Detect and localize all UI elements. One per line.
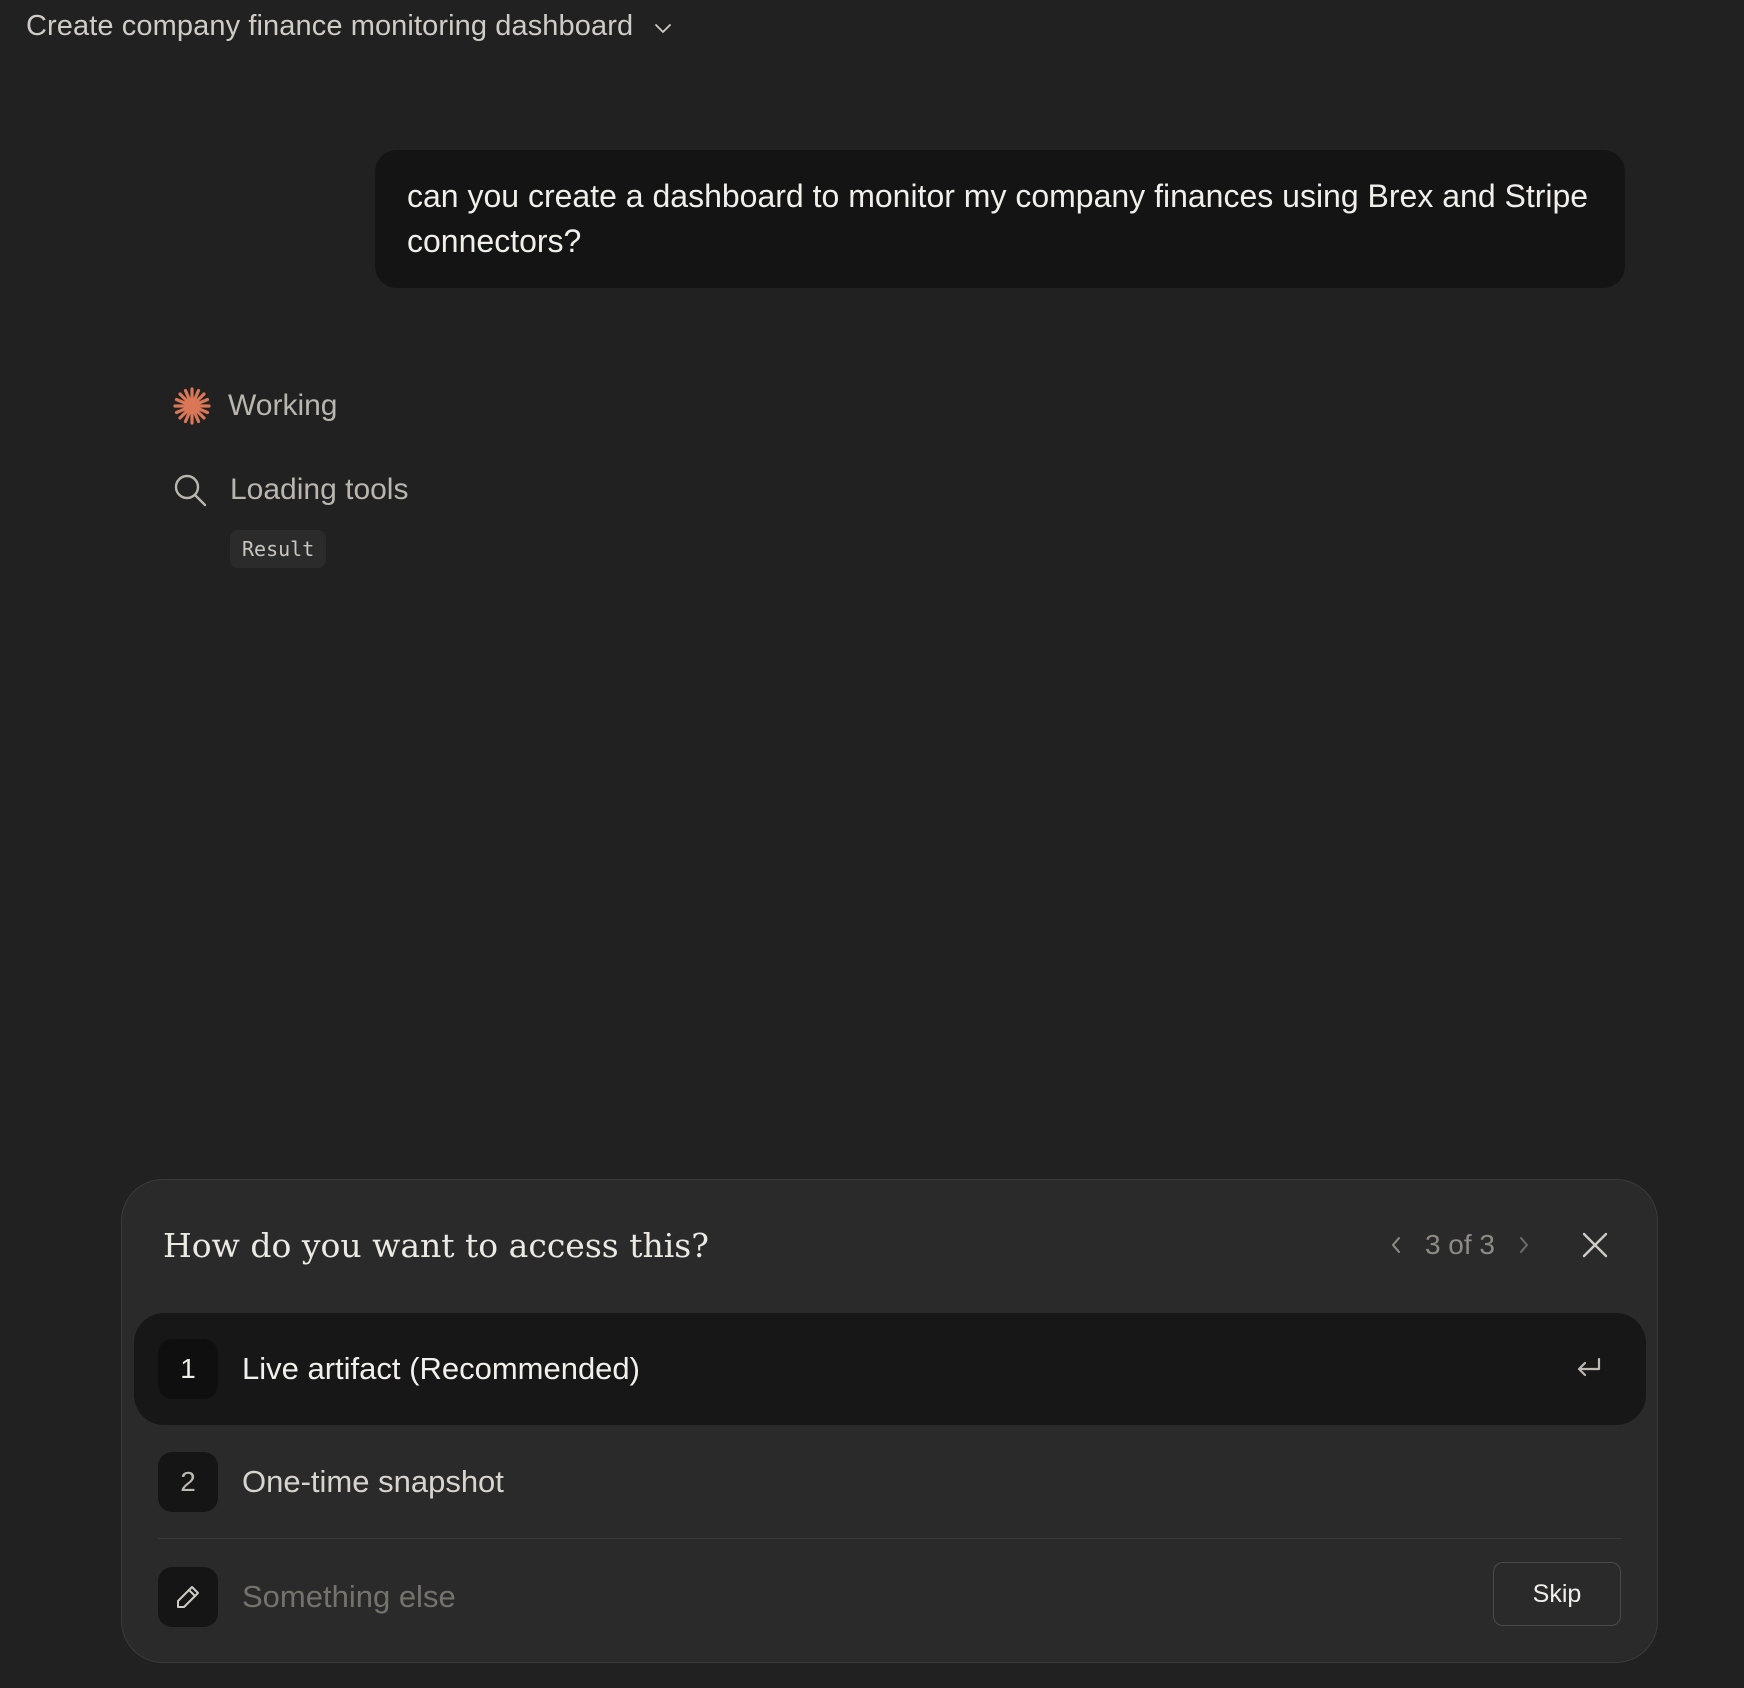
chat-page: Create company finance monitoring dashbo… bbox=[0, 0, 1744, 1688]
something-else-input[interactable] bbox=[242, 1579, 1342, 1615]
chevron-right-icon bbox=[1520, 1237, 1528, 1253]
option-one-time-snapshot[interactable]: 2 One-time snapshot bbox=[134, 1426, 1646, 1538]
question-title: How do you want to access this? bbox=[163, 1226, 709, 1265]
something-else-row bbox=[158, 1567, 1342, 1627]
option-label: One-time snapshot bbox=[242, 1464, 504, 1499]
user-message: can you create a dashboard to monitor my… bbox=[375, 150, 1625, 288]
conversation-title-dropdown[interactable]: Create company finance monitoring dashbo… bbox=[26, 10, 675, 43]
working-status: Working bbox=[172, 386, 337, 426]
chevron-down-icon bbox=[655, 23, 672, 33]
spark-icon bbox=[173, 387, 211, 425]
chevron-left-icon bbox=[1391, 1237, 1400, 1253]
pencil-icon-box bbox=[158, 1567, 218, 1627]
conversation-title: Create company finance monitoring dashbo… bbox=[26, 10, 634, 42]
pencil-icon bbox=[177, 1586, 199, 1608]
option-label: Live artifact (Recommended) bbox=[242, 1351, 640, 1386]
options-divider bbox=[158, 1538, 1621, 1539]
question-pager: 3 of 3 bbox=[1381, 1228, 1539, 1262]
enter-icon bbox=[1577, 1357, 1601, 1377]
pager-text: 3 of 3 bbox=[1424, 1229, 1495, 1260]
status-label: Working bbox=[228, 389, 338, 422]
tool-step-label: Loading tools bbox=[230, 473, 409, 506]
question-panel: How do you want to access this? 3 of 3 1… bbox=[121, 1179, 1658, 1663]
option-number: 1 bbox=[158, 1339, 218, 1399]
pager-next-button[interactable] bbox=[1509, 1228, 1539, 1262]
result-chip[interactable]: Result bbox=[230, 530, 327, 568]
pager-prev-button[interactable] bbox=[1381, 1228, 1411, 1262]
skip-button[interactable]: Skip bbox=[1493, 1562, 1621, 1626]
option-number: 2 bbox=[158, 1452, 218, 1512]
tool-step[interactable]: Loading tools bbox=[172, 472, 408, 508]
option-live-artifact[interactable]: 1 Live artifact (Recommended) bbox=[134, 1313, 1646, 1425]
close-icon[interactable] bbox=[1577, 1227, 1613, 1263]
search-icon bbox=[174, 474, 207, 507]
